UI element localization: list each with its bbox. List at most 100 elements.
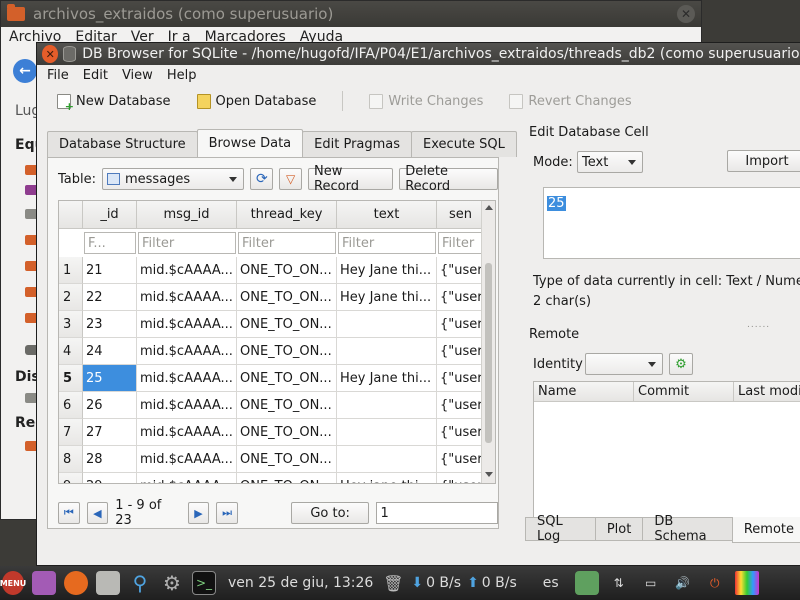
table-cell[interactable] xyxy=(337,311,437,338)
table-cell[interactable]: mid.$cAAAA... xyxy=(137,446,237,473)
table-cell[interactable]: Hey jane thi... xyxy=(337,473,437,483)
table-cell[interactable]: mid.$cAAAA... xyxy=(137,473,237,483)
splitter-handle[interactable]: ...... xyxy=(747,320,770,330)
keyboard-layout[interactable]: es xyxy=(543,575,559,591)
scroll-down-icon[interactable] xyxy=(485,472,493,477)
filter-input[interactable]: Filter xyxy=(138,232,236,254)
row-header[interactable]: 9 xyxy=(59,473,83,483)
table-cell[interactable]: 29 xyxy=(83,473,137,483)
tab-remote[interactable]: Remote xyxy=(731,517,800,543)
table-cell[interactable]: 26 xyxy=(83,392,137,419)
scroll-thumb[interactable] xyxy=(485,263,492,443)
table-cell[interactable]: mid.$cAAAA... xyxy=(137,284,237,311)
volume-icon[interactable]: 🔊 xyxy=(671,571,695,595)
new-record-button[interactable]: New Record xyxy=(308,164,394,194)
first-page-button[interactable]: ⏮ xyxy=(58,502,80,524)
table-cell[interactable]: 23 xyxy=(83,311,137,338)
trash-icon[interactable]: 🗑 xyxy=(381,571,405,595)
table-cell[interactable]: mid.$cAAAA... xyxy=(137,311,237,338)
table-cell[interactable]: {"user_ xyxy=(437,419,485,446)
open-database-button[interactable]: Open Database xyxy=(196,93,316,109)
search-icon[interactable]: ⚲ xyxy=(128,571,152,595)
clock[interactable]: ven 25 de giu, 13:26 xyxy=(228,575,373,591)
window-switcher-icon[interactable] xyxy=(32,571,56,595)
menu-help[interactable]: Help xyxy=(167,68,197,83)
table-cell[interactable]: {"user_ xyxy=(437,338,485,365)
table-cell[interactable]: Hey Jane thi... xyxy=(337,365,437,392)
network-icon[interactable]: ⇅ xyxy=(607,571,631,595)
column-header[interactable]: Commit xyxy=(634,382,734,402)
table-cell[interactable]: ONE_TO_ON... xyxy=(237,311,337,338)
table-cell[interactable]: {"user_ xyxy=(437,473,485,483)
workspace-icon[interactable] xyxy=(734,571,759,595)
table-cell[interactable]: ONE_TO_ON... xyxy=(237,419,337,446)
refresh-button[interactable]: ⟳ xyxy=(250,168,274,190)
revert-changes-button[interactable]: Revert Changes xyxy=(509,93,632,109)
table-select[interactable]: messages xyxy=(102,168,245,190)
data-grid[interactable]: _id msg_id thread_key text sen F... Filt… xyxy=(58,200,496,484)
table-cell[interactable]: {"user_ xyxy=(437,284,485,311)
row-header[interactable]: 5 xyxy=(59,365,83,392)
terminal-icon[interactable]: >_ xyxy=(192,571,216,595)
identity-settings-button[interactable]: ⚙ xyxy=(669,353,693,375)
table-cell[interactable] xyxy=(337,419,437,446)
back-arrow-icon[interactable]: ← xyxy=(13,59,37,83)
table-cell[interactable] xyxy=(337,446,437,473)
filter-input[interactable]: Filter xyxy=(438,232,484,254)
tab-db-schema[interactable]: DB Schema xyxy=(642,514,733,544)
close-icon[interactable]: ✕ xyxy=(677,5,695,23)
delete-record-button[interactable]: Delete Record xyxy=(399,164,499,194)
column-header[interactable]: Name xyxy=(534,382,634,402)
table-cell[interactable]: Hey Jane thi... xyxy=(337,257,437,284)
table-cell[interactable]: 24 xyxy=(83,338,137,365)
row-header[interactable]: 7 xyxy=(59,419,83,446)
row-header[interactable]: 4 xyxy=(59,338,83,365)
row-header[interactable]: 3 xyxy=(59,311,83,338)
table-cell[interactable]: 28 xyxy=(83,446,137,473)
row-header[interactable]: 8 xyxy=(59,446,83,473)
identity-select[interactable] xyxy=(585,353,663,375)
cell-editor[interactable]: 25 xyxy=(543,187,800,259)
table-cell[interactable]: ONE_TO_ON... xyxy=(237,473,337,483)
column-header[interactable]: msg_id xyxy=(137,201,237,229)
last-page-button[interactable]: ⏭ xyxy=(216,502,238,524)
row-header[interactable]: 1 xyxy=(59,257,83,284)
tab-sql-log[interactable]: SQL Log xyxy=(525,514,596,544)
column-header[interactable]: Last modified xyxy=(734,382,800,402)
column-header[interactable]: sen xyxy=(437,201,485,229)
table-cell[interactable]: Hey Jane thi... xyxy=(337,284,437,311)
menu-edit[interactable]: Edit xyxy=(83,68,108,83)
table-cell[interactable]: ONE_TO_ON... xyxy=(237,284,337,311)
column-header[interactable]: text xyxy=(337,201,437,229)
write-changes-button[interactable]: Write Changes xyxy=(369,93,483,109)
tab-execute-sql[interactable]: Execute SQL xyxy=(411,131,517,157)
table-cell[interactable]: {"user_ xyxy=(437,257,485,284)
filter-input[interactable]: F... xyxy=(84,232,136,254)
mode-select[interactable]: Text xyxy=(577,151,643,173)
table-cell[interactable]: 25 xyxy=(83,365,137,392)
next-page-button[interactable]: ▶ xyxy=(187,502,210,524)
battery-icon[interactable]: ▭ xyxy=(639,571,663,595)
table-cell[interactable]: 22 xyxy=(83,284,137,311)
clear-filters-button[interactable]: ▽ xyxy=(279,168,303,190)
goto-button[interactable]: Go to: xyxy=(290,502,370,524)
table-cell[interactable]: {"user_ xyxy=(437,446,485,473)
table-cell[interactable]: 21 xyxy=(83,257,137,284)
column-header[interactable]: thread_key xyxy=(237,201,337,229)
grid-scrollbar[interactable] xyxy=(481,201,495,483)
tab-database-structure[interactable]: Database Structure xyxy=(47,131,198,157)
table-cell[interactable]: ONE_TO_ON... xyxy=(237,338,337,365)
table-cell[interactable]: mid.$cAAAA... xyxy=(137,392,237,419)
table-cell[interactable]: mid.$cAAAA... xyxy=(137,365,237,392)
menu-view[interactable]: View xyxy=(122,68,153,83)
table-cell[interactable]: mid.$cAAAA... xyxy=(137,419,237,446)
table-cell[interactable]: {"user_ xyxy=(437,392,485,419)
prev-page-button[interactable]: ◀ xyxy=(86,502,109,524)
filter-input[interactable]: Filter xyxy=(238,232,336,254)
tab-edit-pragmas[interactable]: Edit Pragmas xyxy=(302,131,413,157)
scroll-up-icon[interactable] xyxy=(485,205,493,210)
power-icon[interactable]: ⏻ xyxy=(703,571,727,595)
import-button[interactable]: Import xyxy=(727,150,800,172)
filter-input[interactable]: Filter xyxy=(338,232,436,254)
settings-icon[interactable]: ⚙ xyxy=(160,571,184,595)
